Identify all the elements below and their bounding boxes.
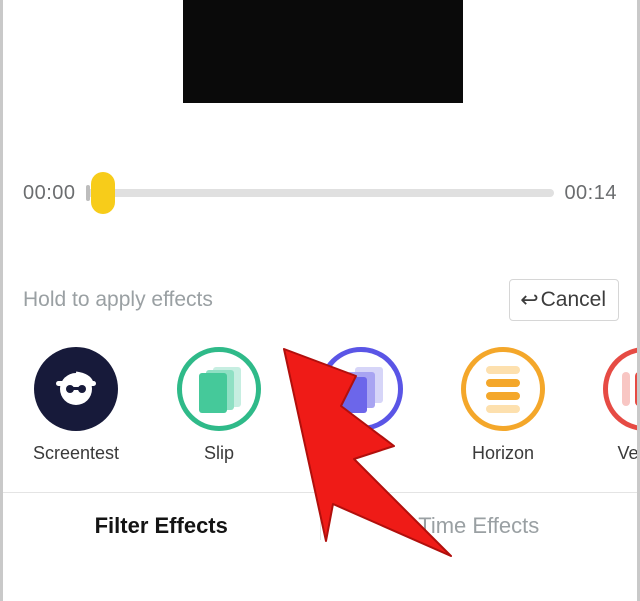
editor-frame: 00:00 00:14 Hold to apply effects ↩ Canc… <box>0 0 640 601</box>
soul-icon <box>319 347 403 431</box>
effect-soul[interactable] <box>319 347 403 443</box>
preview-area <box>3 0 637 103</box>
time-start-label: 00:00 <box>23 182 76 205</box>
horizon-icon <box>461 347 545 431</box>
tab-filter-effects[interactable]: Filter Effects <box>3 513 320 539</box>
timeline-playhead[interactable] <box>91 172 115 214</box>
effect-label: Horizon <box>472 443 534 464</box>
video-preview[interactable] <box>183 0 463 103</box>
effect-slip[interactable]: Slip <box>177 347 261 464</box>
cancel-button[interactable]: ↩ Cancel <box>509 279 619 321</box>
undo-icon: ↩ <box>520 289 538 311</box>
controls-row: Hold to apply effects ↩ Cancel <box>3 279 637 321</box>
screentest-icon <box>34 347 118 431</box>
cancel-label: Cancel <box>541 288 606 312</box>
time-end-label: 00:14 <box>564 182 617 205</box>
hold-hint: Hold to apply effects <box>23 288 213 312</box>
timeline-track[interactable] <box>86 189 555 197</box>
timeline-tick <box>86 185 90 201</box>
timeline: 00:00 00:14 <box>3 173 637 213</box>
effects-carousel[interactable]: Screentest Slip <box>3 347 637 464</box>
effect-horizon[interactable]: Horizon <box>461 347 545 464</box>
effect-label: Slip <box>204 443 234 464</box>
slip-icon <box>177 347 261 431</box>
effect-label: Screentest <box>33 443 119 464</box>
effect-screentest[interactable]: Screentest <box>33 347 119 464</box>
effect-label: Vertica <box>618 443 637 464</box>
effects-tabs: Filter Effects Time Effects <box>3 493 637 559</box>
vertical-icon <box>603 347 637 431</box>
tab-time-effects[interactable]: Time Effects <box>321 513 638 539</box>
effect-vertical[interactable]: Vertica <box>603 347 637 464</box>
